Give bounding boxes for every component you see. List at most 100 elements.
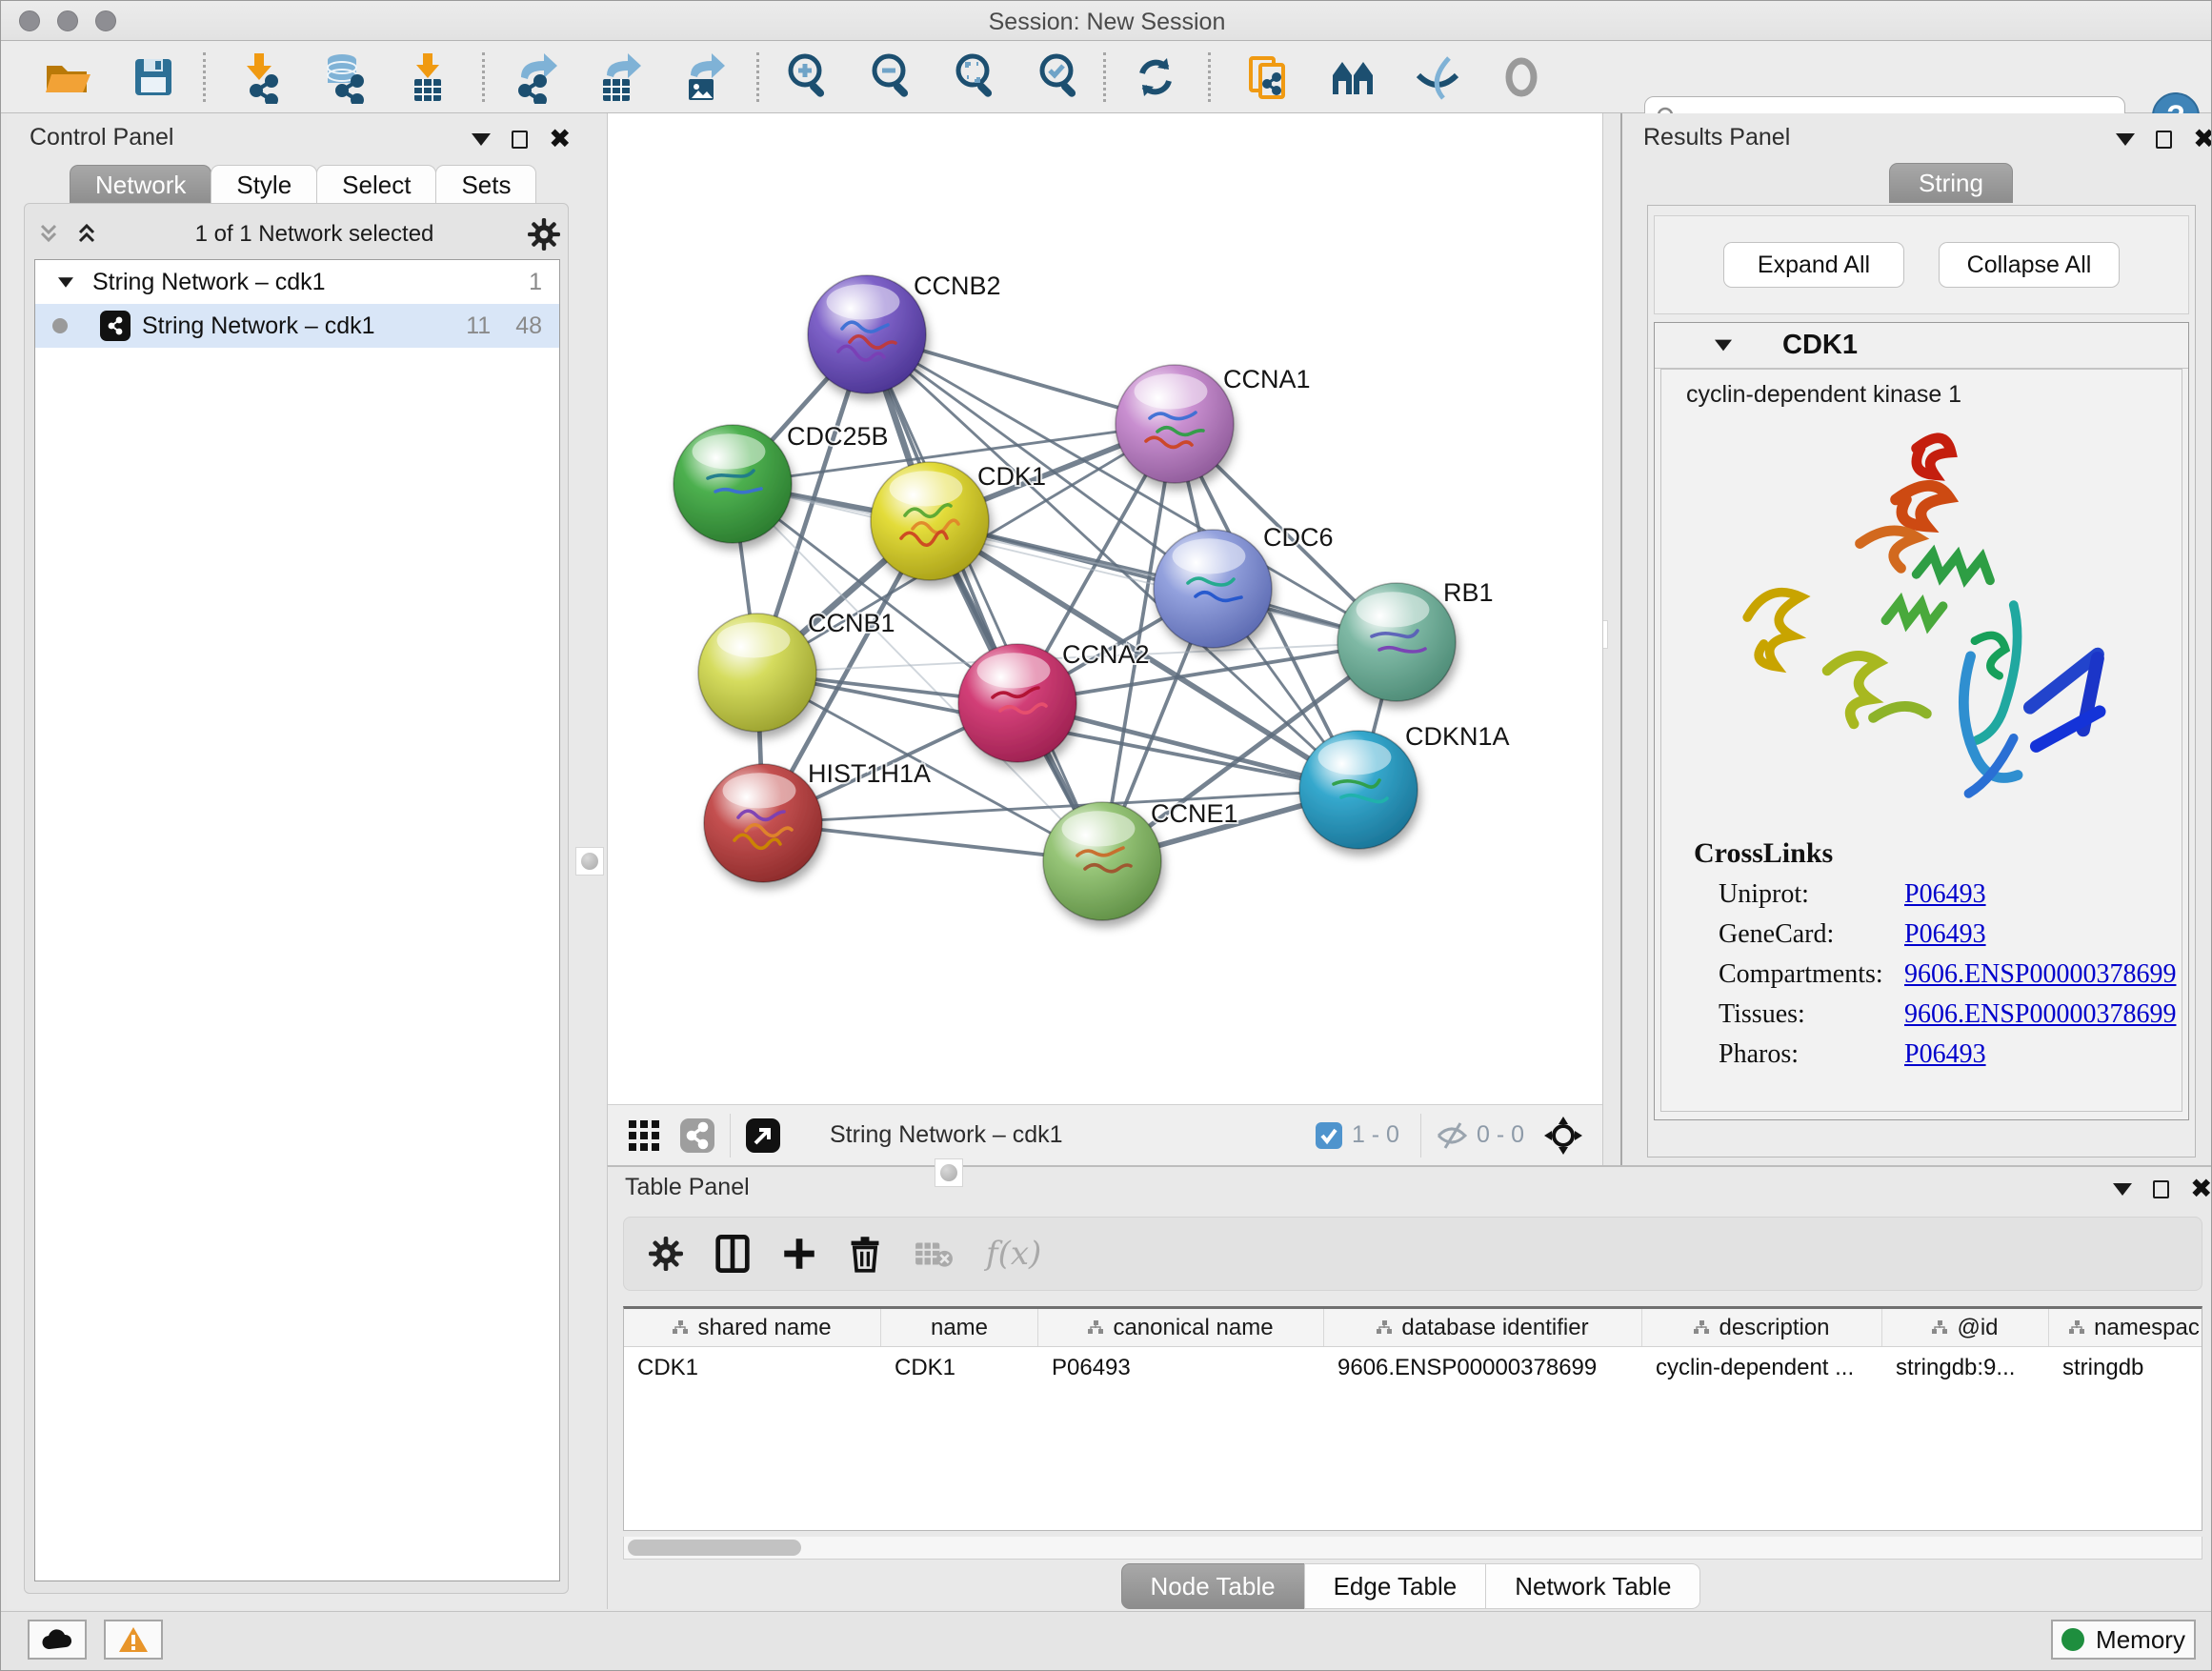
table-cell[interactable]: 9606.ENSP00000378699 (1324, 1347, 1642, 1389)
float-panel-icon[interactable] (2156, 131, 2172, 149)
entry-header[interactable]: CDK1 (1655, 323, 2188, 369)
protein-structure-image (1698, 413, 2145, 822)
crosslink-link[interactable]: 9606.ENSP00000378699 (1904, 999, 2176, 1030)
import-network-from-file-button[interactable] (233, 50, 287, 104)
table-cell[interactable]: stringdb:9... (1882, 1347, 2049, 1389)
expand-all-icon[interactable] (72, 220, 101, 249)
close-panel-icon[interactable]: ✖ (2190, 1176, 2212, 1202)
table-cell[interactable]: stringdb (2049, 1347, 2212, 1389)
collection-expand-icon[interactable] (58, 277, 73, 287)
float-panel-icon[interactable] (512, 131, 528, 149)
column-header-description[interactable]: description (1642, 1309, 1882, 1346)
network-item-row[interactable]: String Network – cdk1 11 48 (35, 304, 559, 348)
shared-column-icon (2069, 1315, 2084, 1341)
network-collection-row[interactable]: String Network – cdk1 1 (35, 260, 559, 304)
column-header-namespac[interactable]: namespac (2049, 1309, 2212, 1346)
node-CCNA2[interactable] (958, 644, 1076, 762)
import-network-from-database-button[interactable] (317, 50, 371, 104)
collection-label: String Network – cdk1 (92, 269, 529, 296)
collapse-all-button[interactable]: Collapse All (1939, 242, 2120, 288)
show-all-button[interactable] (1495, 50, 1548, 104)
node-CCNE1[interactable] (1043, 802, 1161, 920)
node-table: shared namenamecanonical namedatabase id… (623, 1306, 2202, 1531)
node-CDC25B[interactable] (674, 425, 792, 543)
panel-menu-icon[interactable] (2113, 1183, 2132, 1196)
show-columns-button[interactable] (715, 1235, 750, 1273)
import-table-from-file-button[interactable] (401, 50, 454, 104)
table-panel-title: Table Panel (625, 1174, 750, 1201)
save-session-button[interactable] (127, 50, 180, 104)
crosslink-link[interactable]: P06493 (1904, 919, 1986, 950)
panel-menu-icon[interactable] (2116, 133, 2135, 146)
fit-selected-button[interactable] (1543, 1116, 1583, 1156)
node-CCNB2[interactable] (808, 275, 926, 393)
birdseye-view-button[interactable] (627, 1118, 661, 1153)
tab-string[interactable]: String (1889, 163, 2013, 203)
column-header-canonical-name[interactable]: canonical name (1038, 1309, 1324, 1346)
delete-table-button[interactable] (914, 1238, 954, 1270)
zoom-selected-button[interactable] (1034, 50, 1087, 104)
add-column-button[interactable] (782, 1237, 816, 1271)
zoom-out-button[interactable] (866, 50, 919, 104)
node-CDKN1A[interactable] (1299, 731, 1418, 849)
export-image-button[interactable] (675, 50, 729, 104)
table-cell[interactable]: P06493 (1038, 1347, 1324, 1389)
close-panel-icon[interactable]: ✖ (2193, 126, 2212, 152)
string-import-button[interactable] (1241, 50, 1295, 104)
tab-select[interactable]: Select (316, 165, 436, 205)
node-CDC6[interactable] (1154, 530, 1272, 648)
left-splitter-handle[interactable] (575, 847, 604, 876)
tab-node-table[interactable]: Node Table (1121, 1563, 1305, 1609)
table-options-button[interactable] (649, 1237, 683, 1271)
column-header-database-identifier[interactable]: database identifier (1324, 1309, 1642, 1346)
cloud-status-button[interactable] (28, 1620, 87, 1660)
entry-collapse-icon[interactable] (1715, 340, 1732, 352)
delete-column-button[interactable] (849, 1235, 881, 1273)
crosslink-link[interactable]: 9606.ENSP00000378699 (1904, 959, 2176, 990)
string-style-button[interactable] (678, 1117, 716, 1155)
warnings-button[interactable] (104, 1620, 163, 1660)
table-header-row: shared namenamecanonical namedatabase id… (624, 1309, 2202, 1347)
hide-selected-button[interactable] (1411, 50, 1464, 104)
open-in-browser-button[interactable] (744, 1117, 782, 1155)
zoom-in-button[interactable] (782, 50, 835, 104)
column-header--id[interactable]: @id (1882, 1309, 2049, 1346)
tab-network[interactable]: Network (70, 165, 211, 205)
refresh-view-button[interactable] (1129, 50, 1182, 104)
collapse-all-icon[interactable] (34, 220, 63, 249)
column-header-name[interactable]: name (881, 1309, 1038, 1346)
gear-icon[interactable] (528, 218, 560, 251)
homology-search-button[interactable] (1327, 50, 1380, 104)
node-RB1[interactable] (1337, 583, 1456, 701)
table-horizontal-scrollbar[interactable] (623, 1537, 2202, 1560)
column-header-shared-name[interactable]: shared name (624, 1309, 881, 1346)
tab-edge-table[interactable]: Edge Table (1304, 1563, 1487, 1609)
network-view[interactable]: CCNB2CCNA1CDC25BCDK1CDC6RB1CCNB1CCNA2CDK… (607, 113, 1603, 1165)
node-HIST1H1A[interactable] (704, 764, 822, 882)
table-cell[interactable]: cyclin-dependent ... (1642, 1347, 1882, 1389)
table-cell[interactable]: CDK1 (624, 1347, 881, 1389)
open-session-button[interactable] (39, 50, 92, 104)
export-network-button[interactable] (508, 50, 561, 104)
network-canvas[interactable]: CCNB2CCNA1CDC25BCDK1CDC6RB1CCNB1CCNA2CDK… (608, 113, 1602, 1102)
node-CCNB1[interactable] (698, 614, 816, 732)
close-panel-icon[interactable]: ✖ (549, 126, 571, 152)
crosslink-link[interactable]: P06493 (1904, 879, 1986, 910)
bottom-splitter-handle[interactable] (935, 1158, 963, 1187)
scrollbar-thumb[interactable] (628, 1540, 801, 1556)
table-cell[interactable]: CDK1 (881, 1347, 1038, 1389)
fit-content-button[interactable] (950, 50, 1003, 104)
node-CDK1[interactable] (871, 462, 989, 580)
function-builder-icon[interactable]: f(x) (986, 1235, 1041, 1273)
tab-sets[interactable]: Sets (435, 165, 536, 205)
tab-style[interactable]: Style (211, 165, 317, 205)
memory-button[interactable]: Memory (2051, 1620, 2196, 1660)
crosslink-link[interactable]: P06493 (1904, 1039, 1986, 1070)
node-CCNA1[interactable] (1116, 365, 1234, 483)
expand-all-button[interactable]: Expand All (1723, 242, 1904, 288)
export-table-button[interactable] (592, 50, 645, 104)
tab-network-table[interactable]: Network Table (1485, 1563, 1700, 1609)
float-panel-icon[interactable] (2153, 1180, 2169, 1198)
panel-menu-icon[interactable] (472, 133, 491, 146)
table-row[interactable]: CDK1CDK1P064939606.ENSP00000378699cyclin… (624, 1347, 2202, 1389)
